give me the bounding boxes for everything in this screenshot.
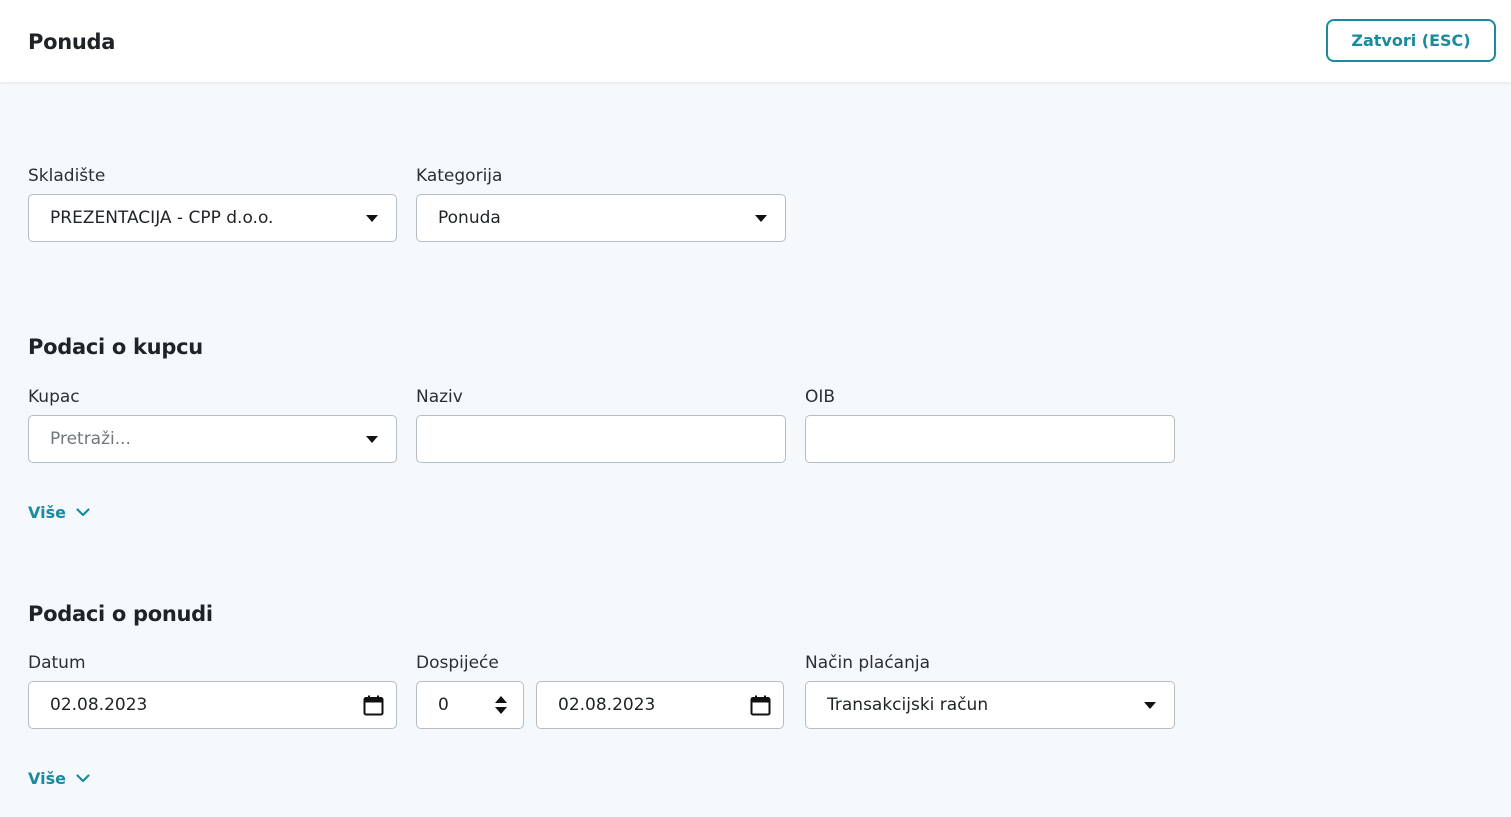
close-button[interactable]: Zatvori (ESC): [1326, 19, 1496, 62]
payment-label: Način plaćanja: [805, 653, 930, 673]
chevron-down-icon: [76, 774, 90, 783]
calendar-icon[interactable]: [750, 695, 771, 716]
customer-search-placeholder: Pretraži...: [50, 429, 131, 449]
chevron-down-icon: [76, 508, 90, 517]
category-select[interactable]: Ponuda: [416, 194, 786, 242]
customer-label: Kupac: [28, 387, 80, 407]
due-date-value: 02.08.2023: [558, 695, 656, 715]
due-days-value: 0: [438, 695, 449, 715]
category-value: Ponuda: [438, 208, 501, 228]
warehouse-value: PREZENTACIJA - CPP d.o.o.: [50, 208, 274, 228]
oib-field[interactable]: [805, 415, 1175, 463]
caret-down-icon: [1144, 701, 1156, 709]
category-label: Kategorija: [416, 166, 503, 186]
spinner-up-icon[interactable]: [495, 696, 507, 703]
name-field[interactable]: [416, 415, 786, 463]
customer-more-toggle[interactable]: Više: [28, 503, 90, 522]
date-label: Datum: [28, 653, 86, 673]
spinner-down-icon[interactable]: [495, 707, 507, 714]
due-label: Dospijeće: [416, 653, 499, 673]
oib-label: OIB: [805, 387, 836, 407]
page-title: Ponuda: [28, 30, 116, 54]
offer-more-label: Više: [28, 769, 66, 788]
warehouse-select[interactable]: PREZENTACIJA - CPP d.o.o.: [28, 194, 397, 242]
offer-more-toggle[interactable]: Više: [28, 769, 90, 788]
caret-down-icon: [366, 435, 378, 443]
spinner-arrows-icon[interactable]: [495, 696, 507, 714]
date-field[interactable]: 02.08.2023: [28, 681, 397, 729]
caret-down-icon: [366, 214, 378, 222]
offer-section-title: Podaci o ponudi: [28, 602, 213, 626]
customer-section-title: Podaci o kupcu: [28, 335, 203, 359]
date-value: 02.08.2023: [50, 695, 148, 715]
caret-down-icon: [755, 214, 767, 222]
warehouse-label: Skladište: [28, 166, 106, 186]
payment-method-select[interactable]: Transakcijski račun: [805, 681, 1175, 729]
top-bar: Ponuda Zatvori (ESC): [0, 0, 1511, 82]
due-date-field[interactable]: 02.08.2023: [536, 681, 784, 729]
due-days-input[interactable]: 0: [416, 681, 524, 729]
customer-more-label: Više: [28, 503, 66, 522]
name-label: Naziv: [416, 387, 463, 407]
customer-search-select[interactable]: Pretraži...: [28, 415, 397, 463]
calendar-icon[interactable]: [363, 695, 384, 716]
payment-method-value: Transakcijski račun: [827, 695, 989, 715]
